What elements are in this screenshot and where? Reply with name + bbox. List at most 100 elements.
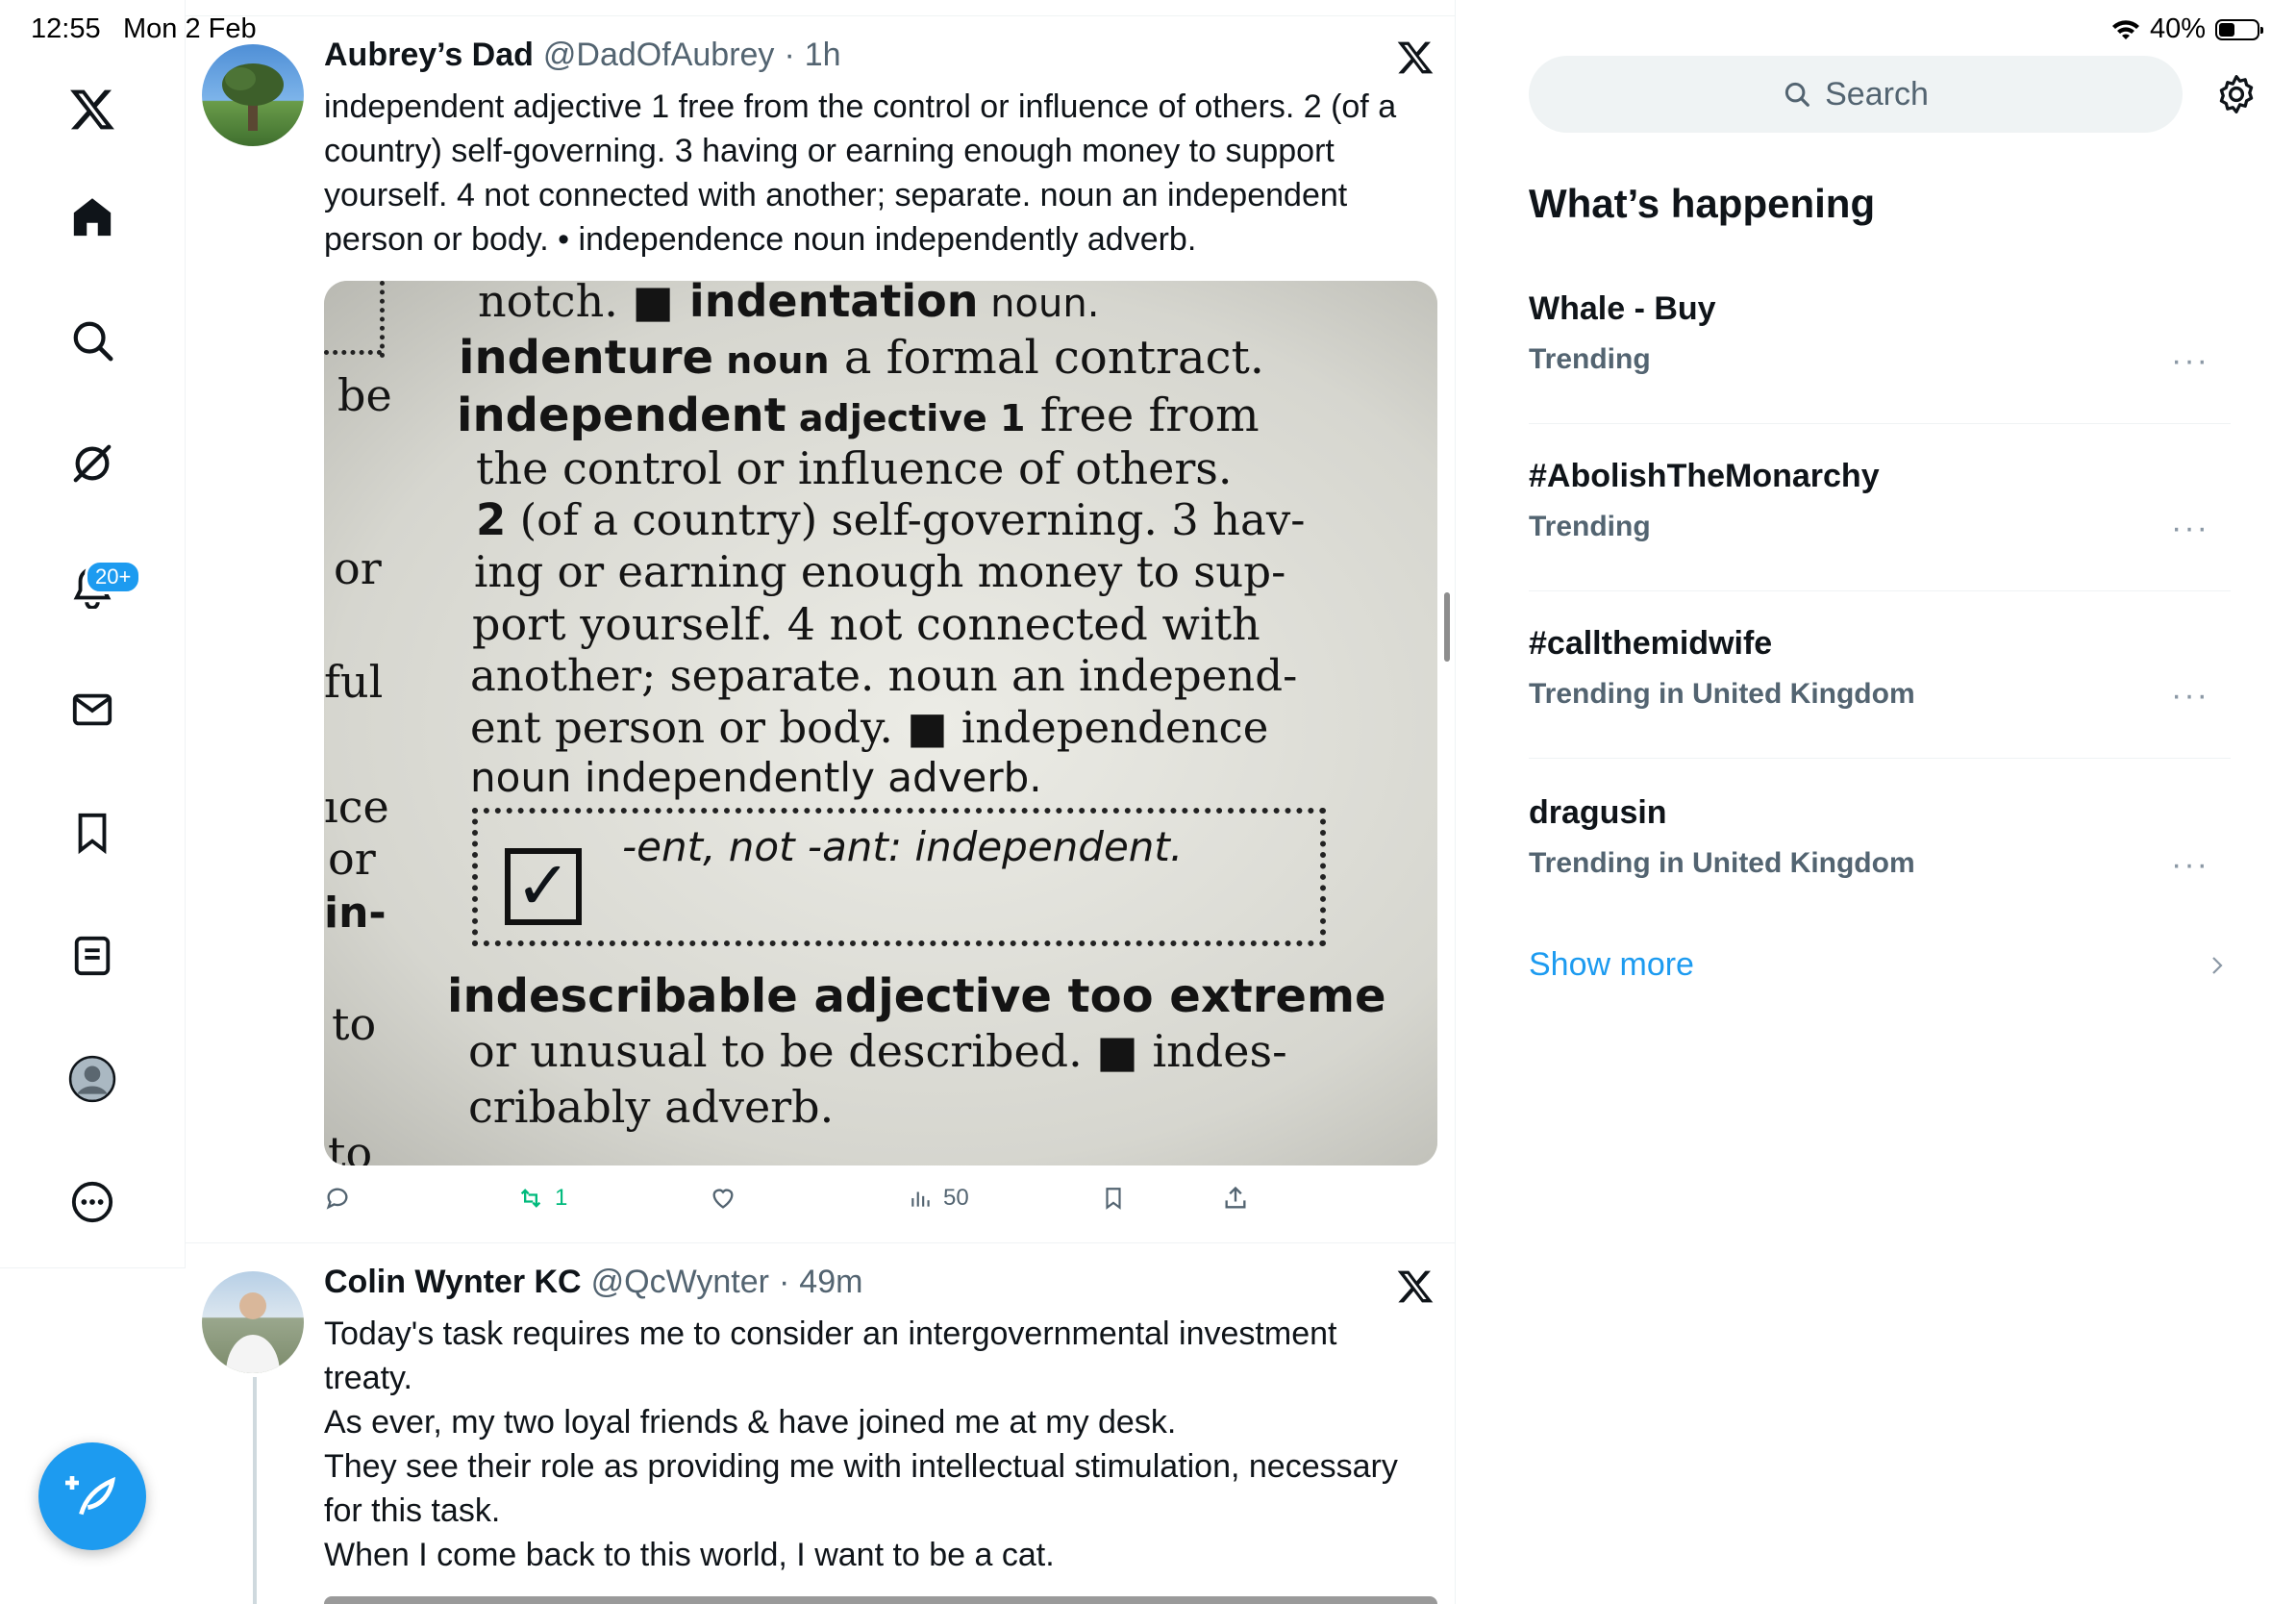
dict-line: 2 (of a country) self-governing. 3 hav- [476,494,1305,545]
margin-fragment: be [337,369,392,421]
dict-line: indenture noun a formal contract. [459,331,1264,385]
trend-name: #AbolishTheMonarchy [1529,458,1880,494]
dict-pos: adjective 1 [786,397,1026,439]
trend-divider [1529,423,2231,424]
tweet-text-line: for this task. [324,1492,501,1529]
reply-icon [326,1188,348,1210]
dict-line: port yourself. 4 not connected with [472,598,1260,650]
more-options-icon[interactable] [58,1167,127,1237]
tweet-separator: · [784,37,795,73]
tweet-divider [185,1242,1455,1243]
tweet-text-line: They see their role as providing me with… [324,1448,1398,1485]
dict-line: ing or earning enough money to sup- [474,546,1286,597]
feed-top-divider [185,15,1455,16]
dict-headword: independent [457,388,786,442]
bookmarks-icon[interactable] [58,798,127,867]
margin-fragment: ful [324,656,384,708]
trend-more-icon[interactable]: ··· [2171,677,2209,714]
whats-happening-heading: What’s happening [1529,181,1876,226]
trend-more-icon[interactable]: ··· [2171,342,2209,380]
margin-fragment: in- [324,889,387,938]
share-icon [1225,1186,1246,1209]
tweet-text-line: As ever, my two loyal friends & have joi… [324,1404,1177,1441]
trend-name: dragusin [1529,794,1667,831]
dict-text: notch. [478,281,633,327]
trend-item[interactable]: #AbolishTheMonarchy Trending ··· [1529,458,2221,565]
thread-line [253,1377,257,1604]
battery-icon [2215,18,2263,40]
usage-note-box: ✓ -ent, not -ant: independent. [472,808,1326,946]
dict-headword: ■ indentation [632,281,979,327]
tweet-author-avatar[interactable] [202,44,304,146]
dict-line: the control or influence of others. [476,442,1233,494]
heart-icon [712,1189,734,1209]
notifications-badge: 20+ [85,560,142,594]
trend-item[interactable]: Whale - Buy Trending ··· [1529,290,2221,398]
tweet-text-line: When I come back to this world, I want t… [324,1537,1055,1573]
dict-line: noun independently adverb. [470,754,1042,801]
tweet-text-line: Today's task requires me to consider an … [324,1316,1337,1352]
search-input[interactable]: Search [1529,56,2183,133]
tweet-author-handle[interactable]: @DadOfAubrey [543,37,775,74]
dict-text: a formal contract. [829,331,1265,385]
scrollbar-thumb[interactable] [1444,592,1450,662]
retweet-button[interactable]: 1 [516,1185,567,1212]
retweet-count: 1 [555,1185,568,1211]
tweet-media-image[interactable] [324,1596,1437,1604]
lists-icon[interactable] [58,921,127,990]
dict-line: another; separate. noun an independ- [470,650,1298,701]
compose-post-button[interactable] [38,1442,146,1550]
trend-divider [1529,590,2231,591]
retweet-icon [520,1189,541,1208]
like-button[interactable] [709,1185,737,1212]
settings-gear-icon[interactable] [2215,73,2258,115]
trend-meta: Trending in United Kingdom [1529,847,1915,879]
x-logo-icon[interactable] [58,75,127,144]
tweet-time[interactable]: 1h [805,37,841,74]
bookmark-button[interactable] [1101,1185,1126,1212]
share-button[interactable] [1222,1185,1249,1212]
dict-text: free from [1025,388,1260,442]
trend-more-icon[interactable]: ··· [2171,846,2209,884]
reply-button[interactable] [324,1185,351,1212]
profile-avatar-icon[interactable] [58,1044,127,1114]
left-nav: 20+ [0,0,186,1268]
views-chart-icon [911,1191,930,1207]
dict-line: ent person or body. ■ independence [470,702,1269,753]
search-icon[interactable] [58,306,127,375]
chevron-right-icon[interactable] [2208,952,2227,984]
trend-name: #callthemidwife [1529,625,1773,662]
dict-line: independent adjective 1 free from [457,388,1260,442]
tweet-time[interactable]: 49m [799,1264,862,1301]
tweet-author-handle[interactable]: @QcWynter [591,1264,769,1301]
trend-item[interactable]: #callthemidwife Trending in United Kingd… [1529,625,2221,733]
tweet-author-avatar[interactable] [202,1271,304,1373]
tweet-media-image[interactable]: be or ful ıce or in- to to notch. ■ inde… [324,281,1437,1165]
tree-photo-icon [222,63,284,131]
tweet-text: Today's task requires me to consider an … [324,1312,1439,1577]
views-count: 50 [943,1185,969,1211]
messages-icon[interactable] [58,675,127,744]
dict-line: indescribable adjective too extreme [447,969,1386,1023]
show-more-link[interactable]: Show more [1529,946,1694,984]
tweet-separator: · [778,1264,790,1300]
person-photo-icon [226,1292,280,1373]
status-indicators: 40% [2111,13,2263,45]
trend-more-icon[interactable]: ··· [2171,510,2209,547]
dict-pos: noun. [978,282,1100,326]
trend-divider [1529,758,2231,759]
dict-line: or unusual to be described. ■ indes- [468,1025,1287,1077]
trend-meta: Trending [1529,511,1651,542]
tweet-text-line: treaty. [324,1360,412,1396]
tweet-actions: 1 50 [324,1185,1285,1223]
x-logo-icon[interactable] [1396,38,1438,81]
grok-icon[interactable] [58,429,127,498]
dict-line: cribably adverb. [468,1081,835,1133]
views-button[interactable]: 50 [909,1185,969,1212]
tweet-author-name[interactable]: Colin Wynter KC [324,1264,582,1301]
trend-item[interactable]: dragusin Trending in United Kingdom ··· [1529,794,2221,902]
margin-fragment: ıce [324,781,389,833]
x-logo-icon[interactable] [1396,1267,1438,1310]
home-icon[interactable] [58,183,127,252]
tweet-author-name[interactable]: Aubrey’s Dad [324,37,534,74]
